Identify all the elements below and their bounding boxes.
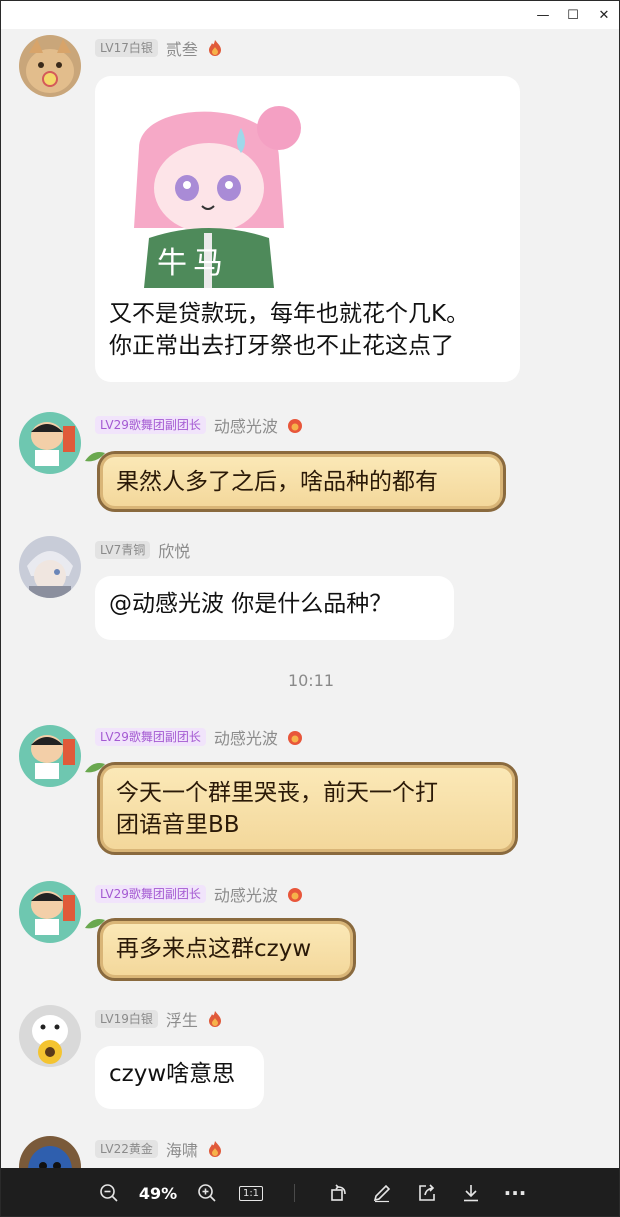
level-badge: LV29歌舞团副团长 [95,416,206,434]
message-text: 又不是贷款玩，每年也就花个几K。 你正常出去打牙祭也不止花这点了 [109,298,506,362]
cartoon-boy-avatar-icon [19,412,81,474]
flame-icon [287,888,302,902]
message-text-line: 你正常出去打牙祭也不止花这点了 [109,333,454,359]
avatar [19,412,81,474]
viewer-toolbar: 49% 1:1 ··· [1,1168,619,1216]
zoom-in-button[interactable] [193,1168,221,1216]
image-viewer-window: — ☐ ✕ LV17白银 贰叁 牛马 又不是贷款玩，每年也就花个几K。 你正常出… [0,0,620,1217]
edit-button[interactable] [368,1168,396,1216]
nickname[interactable]: 贰叁 [166,36,198,60]
sticker-image[interactable]: 牛马 [109,88,309,288]
zoom-level-text: 49% [138,1183,178,1203]
actual-size-button[interactable]: 1:1 [237,1168,265,1216]
zoom-out-icon [100,1184,118,1202]
avatar [19,881,81,943]
minimize-button[interactable]: — [526,1,560,29]
message-text-line: 又不是贷款玩，每年也就花个几K。 [109,301,470,327]
nickname[interactable]: 动感光波 [214,882,278,906]
nickname[interactable]: 浮生 [166,1007,198,1031]
avatar [19,35,81,97]
message-bubble: 再多来点这群czyw [97,918,356,981]
message-meta: LV29歌舞团副团长 动感光波 [95,414,304,436]
nickname[interactable]: 欣悦 [158,538,190,562]
pencil-icon [373,1184,391,1203]
cartoon-boy-avatar-icon [19,725,81,787]
nickname[interactable]: 海啸 [166,1137,198,1161]
flame-icon [287,731,302,745]
message-meta: LV7青铜 欣悦 [95,539,190,561]
nickname[interactable]: 动感光波 [214,413,278,437]
message-text-line: 今天一个群里哭丧，前天一个打 [116,780,438,806]
message-text-line: 团语音里BB [116,812,240,838]
level-badge: LV29歌舞团副团长 [95,728,206,746]
cartoon-boy-avatar-icon [19,881,81,943]
message-bubble: 今天一个群里哭丧，前天一个打 团语音里BB [97,762,518,855]
message-timestamp: 10:11 [287,671,335,690]
share-button[interactable] [413,1168,441,1216]
more-button[interactable]: ··· [499,1168,531,1216]
flame-icon [208,1141,221,1157]
message-text: @动感光波 你是什么品种？ [109,591,393,617]
zoom-in-icon [198,1184,216,1202]
level-badge: LV29歌舞团副团长 [95,885,206,903]
message-text: 果然人多了之后，啥品种的都有 [116,469,438,495]
close-button[interactable]: ✕ [587,1,619,29]
blue-mask-avatar-icon [19,1136,81,1168]
level-badge: LV19白银 [95,1010,158,1028]
maximize-button[interactable]: ☐ [556,1,590,29]
sticker-caption: 牛马 [157,246,229,281]
avatar [19,1005,81,1067]
close-icon: ✕ [598,7,610,23]
nickname[interactable]: 动感光波 [214,725,278,749]
message-bubble: czyw啥意思 [95,1046,264,1109]
message-bubble: 牛马 又不是贷款玩，每年也就花个几K。 你正常出去打牙祭也不止花这点了 [95,76,520,382]
message-meta: LV19白银 浮生 [95,1008,224,1030]
message-bubble: 果然人多了之后，啥品种的都有 [97,451,506,512]
share-icon [419,1184,435,1201]
title-bar: — ☐ ✕ [1,1,619,29]
minimize-icon: — [536,7,550,23]
flame-icon [208,1011,221,1027]
flame-icon [287,419,302,433]
message-text: 再多来点这群czyw [116,936,312,962]
rotate-button[interactable] [325,1168,353,1216]
flame-icon [208,40,221,56]
message-meta: LV29歌舞团副团长 动感光波 [95,726,304,748]
zoom-out-button[interactable] [95,1168,123,1216]
maximize-icon: ☐ [567,7,579,23]
dog-sunflower-avatar-icon [19,1005,81,1067]
actual-size-icon: 1:1 [238,1185,264,1201]
chat-screenshot: LV17白银 贰叁 牛马 又不是贷款玩，每年也就花个几K。 你正常出去打牙祭也不… [1,29,619,1168]
download-button[interactable] [457,1168,485,1216]
zoom-level[interactable]: 49% [135,1168,181,1216]
toolbar-divider [294,1184,295,1202]
anime-boy-avatar-icon [19,536,81,598]
avatar [19,1136,81,1168]
message-text: czyw啥意思 [109,1061,236,1087]
level-badge: LV7青铜 [95,541,151,559]
message-meta: LV22黄金 海啸 [95,1138,224,1160]
more-icon: ··· [503,1181,527,1205]
message-meta: LV17白银 贰叁 [95,37,224,59]
rotate-icon [331,1184,346,1201]
message-bubble: @动感光波 你是什么品种？ [95,576,454,640]
avatar [19,725,81,787]
message-meta: LV29歌舞团副团长 动感光波 [95,883,304,905]
level-badge: LV22黄金 [95,1140,158,1158]
avatar [19,536,81,598]
level-badge: LV17白银 [95,39,158,57]
download-icon [464,1185,478,1202]
cat-avatar-icon [19,35,81,97]
